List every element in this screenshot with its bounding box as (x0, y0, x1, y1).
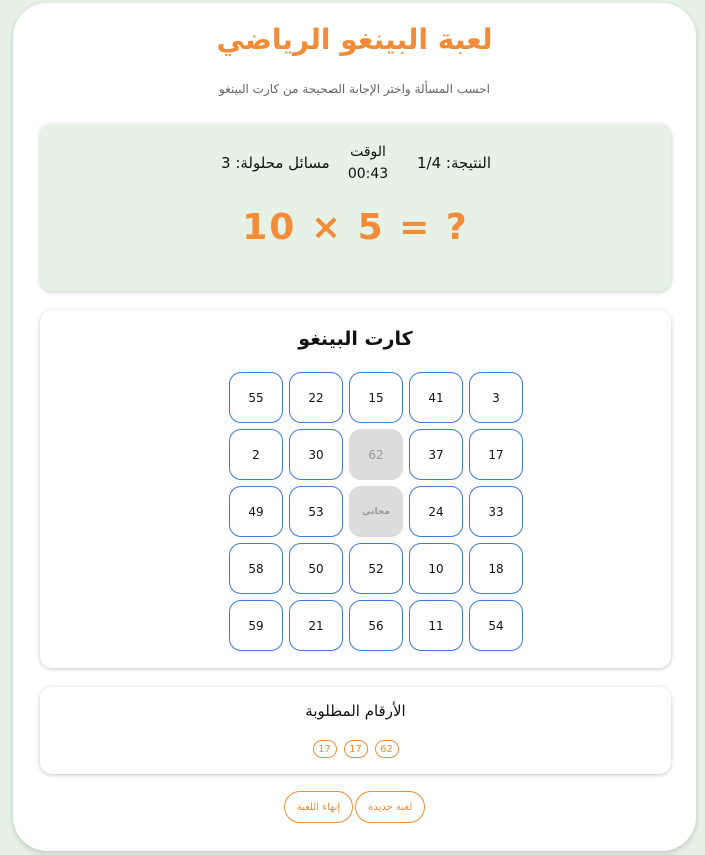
target-numbers-title: الأرقام المطلوبة (305, 702, 406, 720)
bingo-cell[interactable]: 54 (469, 600, 523, 651)
bingo-grid: 55 22 15 41 3 2 30 62 37 17 49 53 مجاني 24 33 58 50 52 10 1… (229, 372, 523, 651)
bingo-cell[interactable]: 37 (409, 429, 463, 480)
status-row: النتيجة: 1/4 الوقت 00:43 مسائل محلولة: 3 (40, 144, 671, 194)
bingo-cell[interactable]: 52 (349, 543, 403, 594)
target-numbers-list: 17 17 62 (40, 740, 671, 758)
bingo-cell[interactable]: 56 (349, 600, 403, 651)
timer-label: الوقت (350, 144, 386, 160)
bingo-card-title: كارت البينغو (298, 328, 413, 350)
math-problem: 10 × 5 = ? (242, 207, 469, 248)
solved-count-label: مسائل محلولة: 3 (221, 154, 330, 172)
bingo-cell[interactable]: 59 (229, 600, 283, 651)
bingo-cell[interactable]: 58 (229, 543, 283, 594)
bingo-cell[interactable]: 11 (409, 600, 463, 651)
bingo-cell[interactable]: 2 (229, 429, 283, 480)
bingo-cell[interactable]: 15 (349, 372, 403, 423)
timer-value: 00:43 (347, 166, 389, 182)
target-number-chip: 17 (343, 740, 368, 758)
bingo-cell[interactable]: 3 (469, 372, 523, 423)
target-number-chip: 62 (374, 740, 399, 758)
bingo-card-panel: كارت البينغو 55 22 15 41 3 2 30 62 37 17 49 53 مجاني… (40, 310, 671, 668)
page-subtitle: احسب المسألة واختر الإجابة الصحيحة من كا… (219, 82, 490, 96)
bingo-cell[interactable]: 55 (229, 372, 283, 423)
score-label: النتيجة: 1/4 (416, 154, 491, 172)
bingo-cell[interactable]: 24 (409, 486, 463, 537)
timer: الوقت 00:43 (330, 144, 406, 182)
bingo-cell[interactable]: 18 (469, 543, 523, 594)
target-numbers-panel: الأرقام المطلوبة 17 17 62 (40, 687, 671, 774)
bingo-cell[interactable]: 30 (289, 429, 343, 480)
bingo-cell-free[interactable]: مجاني (349, 486, 403, 537)
app-container: لعبة البينغو الرياضي احسب المسألة واختر … (13, 3, 696, 851)
bingo-cell[interactable]: 17 (469, 429, 523, 480)
bingo-cell[interactable]: 22 (289, 372, 343, 423)
bingo-cell[interactable]: 33 (469, 486, 523, 537)
action-bar: لعبة جديدة إنهاء اللعبة (13, 791, 696, 823)
end-game-button[interactable]: إنهاء اللعبة (283, 791, 354, 823)
bingo-cell[interactable]: 21 (289, 600, 343, 651)
bingo-cell[interactable]: 50 (289, 543, 343, 594)
bingo-cell[interactable]: 10 (409, 543, 463, 594)
bingo-cell[interactable]: 62 (349, 429, 403, 480)
bingo-cell[interactable]: 41 (409, 372, 463, 423)
bingo-cell[interactable]: 49 (229, 486, 283, 537)
status-panel: النتيجة: 1/4 الوقت 00:43 مسائل محلولة: 3… (40, 124, 671, 291)
bingo-cell[interactable]: 53 (289, 486, 343, 537)
page-title: لعبة البينغو الرياضي (216, 23, 493, 56)
target-number-chip: 17 (312, 740, 337, 758)
new-game-button[interactable]: لعبة جديدة (355, 791, 426, 823)
